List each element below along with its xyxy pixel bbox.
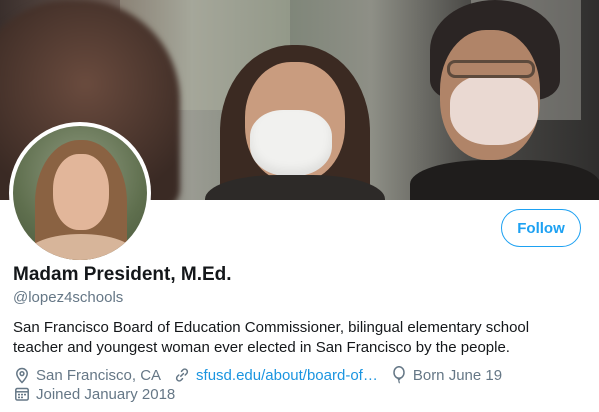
banner-person-right-body (410, 160, 599, 200)
profile-avatar[interactable] (9, 122, 151, 264)
follow-button[interactable]: Follow (501, 209, 581, 247)
avatar-photo (13, 126, 147, 260)
calendar-icon (13, 385, 31, 403)
profile-meta-row: San Francisco, CA sfusd.edu/about/board-… (13, 366, 514, 384)
profile-location-text: San Francisco, CA (36, 366, 162, 384)
profile-birthday-text: Born June 19 (412, 366, 503, 384)
profile-handle: @lopez4schools (13, 289, 124, 306)
profile-birthday: Born June 19 (390, 366, 502, 384)
profile-website[interactable]: sfusd.edu/about/board-of… (173, 366, 378, 384)
profile-joined-text: Joined January 2018 (36, 385, 176, 403)
avatar-face (53, 154, 109, 230)
banner-person-right-glasses (447, 60, 535, 78)
profile-bio: San Francisco Board of Education Commiss… (13, 319, 530, 356)
link-icon (173, 366, 191, 384)
banner-person-center-mask (250, 110, 332, 176)
location-pin-icon (13, 366, 31, 384)
banner-person-right-mask (450, 75, 538, 145)
balloon-icon (390, 366, 408, 384)
profile-joined: Joined January 2018 (13, 385, 175, 403)
profile-meta-row-2: Joined January 2018 (13, 385, 187, 403)
profile-display-name: Madam President, M.Ed. (13, 264, 232, 285)
profile-location: San Francisco, CA (13, 366, 161, 384)
profile-website-link[interactable]: sfusd.edu/about/board-of… (196, 367, 378, 384)
